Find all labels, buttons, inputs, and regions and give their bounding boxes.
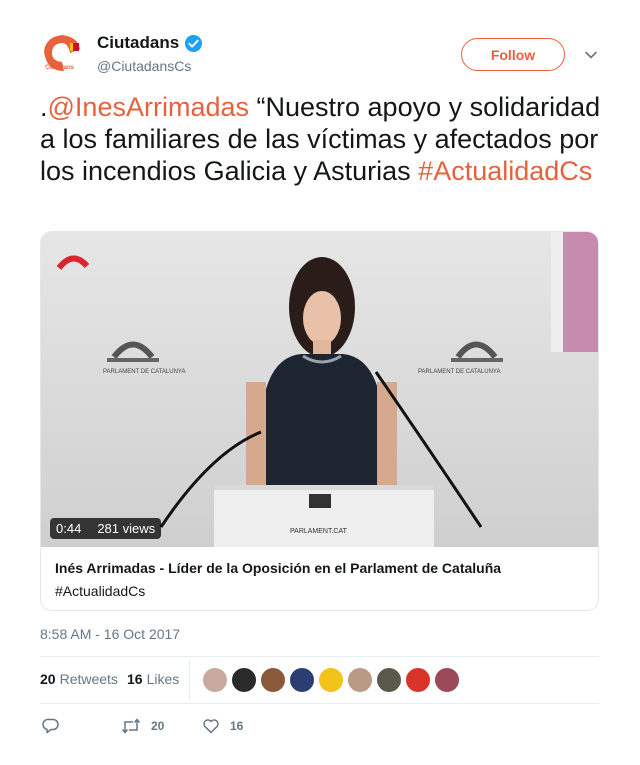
tweet-prefix: .	[40, 92, 48, 122]
liker-avatar[interactable]	[434, 667, 460, 693]
retweet-icon	[121, 718, 141, 734]
timestamp[interactable]: 8:58 AM - 16 Oct 2017	[40, 626, 180, 642]
liker-avatar[interactable]	[376, 667, 402, 693]
liker-avatar[interactable]	[318, 667, 344, 693]
retweet-button[interactable]: 20	[121, 717, 164, 735]
media-card[interactable]: PARLAMENT DE CATALUNYA PARLAMENT DE CATA…	[40, 231, 599, 611]
card-title: Inés Arrimadas - Líder de la Oposición e…	[55, 560, 502, 576]
verified-badge-icon	[185, 34, 203, 52]
backdrop-text-left: PARLAMENT DE CATALUNYA	[103, 369, 185, 375]
like-count: 16	[230, 719, 244, 733]
likes-stat[interactable]: 16 Likes	[127, 671, 179, 687]
likes-label: Likes	[146, 671, 180, 687]
reply-icon	[42, 718, 59, 734]
follow-button[interactable]: Follow	[461, 38, 565, 71]
liker-avatar[interactable]	[405, 667, 431, 693]
mention-link[interactable]: @InesArrimadas	[48, 92, 249, 122]
tweet-text: .@InesArrimadas “Nuestro apoyo y solidar…	[40, 91, 610, 187]
user-handle[interactable]: @CiutadansCs	[97, 58, 191, 74]
divider	[40, 703, 599, 704]
retweet-count: 20	[151, 719, 165, 733]
duration-badge: 0:44 281 views	[50, 518, 162, 539]
retweets-label: Retweets	[59, 671, 118, 687]
backdrop-text-right: PARLAMENT DE CATALUNYA	[418, 369, 500, 375]
liker-avatar[interactable]	[260, 667, 286, 693]
divider	[189, 660, 190, 700]
hashtag-link[interactable]: #ActualidadCs	[418, 156, 592, 186]
heart-icon	[203, 719, 219, 734]
divider	[40, 656, 599, 657]
retweets-count: 20	[40, 671, 56, 687]
user-name[interactable]: Ciutadans	[97, 33, 203, 53]
video-duration: 0:44	[56, 521, 82, 536]
liker-avatar[interactable]	[202, 667, 228, 693]
video-player[interactable]: PARLAMENT DE CATALUNYA PARLAMENT DE CATA…	[41, 232, 598, 547]
card-description: #ActualidadCs	[55, 583, 146, 599]
reply-button[interactable]	[42, 717, 60, 735]
liker-avatar[interactable]	[347, 667, 373, 693]
avatar[interactable]: Cs Ciutadans	[40, 31, 84, 75]
like-button[interactable]: 16	[202, 717, 243, 735]
avatar-logo-text: Cs	[54, 46, 68, 58]
podium-text: PARLAMENT.CAT	[290, 528, 348, 535]
user-name-text: Ciutadans	[97, 33, 180, 52]
ciutadans-logo-icon: Cs Ciutadans	[40, 31, 84, 75]
likes-count: 16	[127, 671, 143, 687]
avatar-logo-subtext: Ciutadans	[45, 65, 75, 71]
liker-avatar[interactable]	[231, 667, 257, 693]
video-frame: PARLAMENT DE CATALUNYA PARLAMENT DE CATA…	[41, 232, 598, 547]
tweet: Cs Ciutadans Ciutadans @CiutadansCs Foll…	[0, 0, 640, 765]
video-views: 281 views	[97, 521, 156, 536]
chevron-down-icon[interactable]	[584, 48, 598, 62]
liker-avatar[interactable]	[289, 667, 315, 693]
retweets-stat[interactable]: 20 Retweets	[40, 671, 118, 687]
